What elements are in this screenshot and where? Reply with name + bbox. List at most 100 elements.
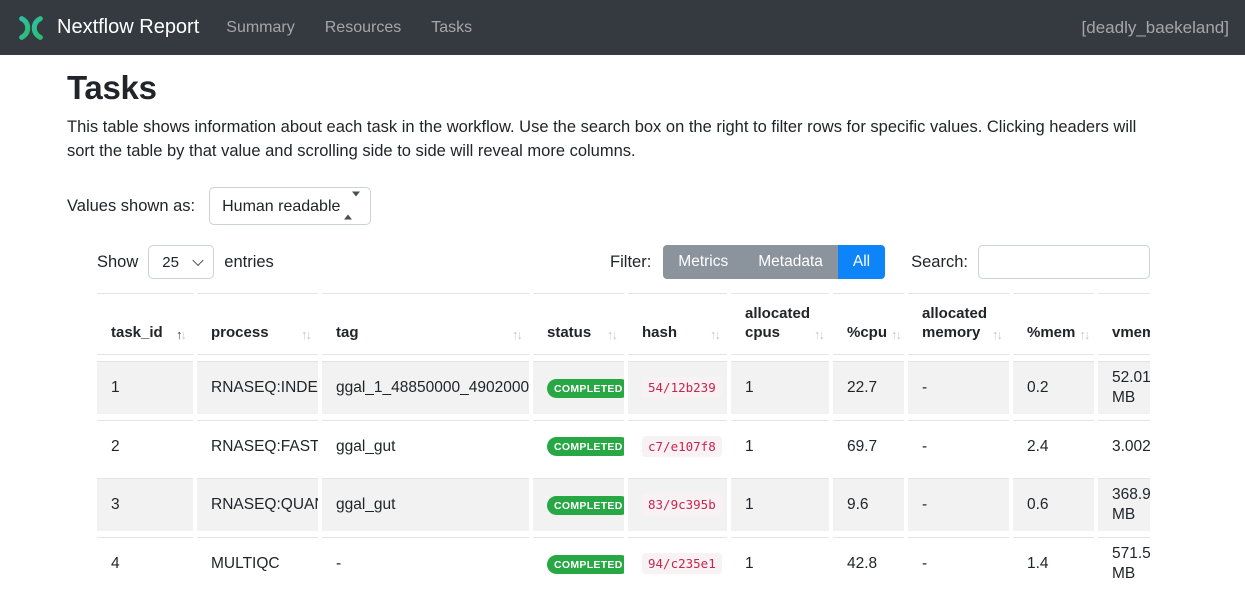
cell-tag: -	[322, 537, 529, 590]
sort-icon: ↑↓	[607, 327, 616, 342]
cell-process: RNASEQ:INDEX	[197, 361, 318, 414]
column-label: allocated memory	[922, 304, 988, 342]
cell-process: MULTIQC	[197, 537, 318, 590]
table-row: 3RNASEQ:QUANTggal_gutCOMPLETED83/9c395b1…	[97, 478, 1150, 531]
cell-vmem: 52.016 MB	[1098, 361, 1150, 414]
hash-code: c7/e107f8	[642, 436, 722, 457]
column-header-task_id[interactable]: task_id ↑↓	[97, 293, 193, 355]
cell-vmem: 571.58 MB	[1098, 537, 1150, 590]
column-header-pct_mem[interactable]: %mem ↑↓	[1013, 293, 1094, 355]
hash-code: 54/12b239	[642, 377, 722, 398]
table-row: 4MULTIQC-COMPLETED94/c235e1142.8-1.4571.…	[97, 537, 1150, 590]
table-scroll-body[interactable]: task_id↑↓process↑↓tag↑↓status↑↓hash↑↓all…	[97, 289, 1150, 596]
main-content: Tasks This table shows information about…	[0, 69, 1245, 596]
cell-pct_mem: 2.4	[1013, 420, 1094, 472]
cell-pct_cpu: 42.8	[833, 537, 904, 590]
cell-process: RNASEQ:FASTQC	[197, 420, 318, 472]
column-header-process[interactable]: process ↑↓	[197, 293, 318, 355]
column-header-vmem[interactable]: vmem↑↓	[1098, 293, 1150, 355]
page-title: Tasks	[67, 69, 1178, 107]
cell-vmem: 3.002	[1098, 420, 1150, 472]
cell-task_id: 4	[97, 537, 193, 590]
cell-allocated_memory: -	[908, 478, 1009, 531]
hash-code: 94/c235e1	[642, 553, 722, 574]
column-label: allocated cpus	[745, 304, 810, 342]
sort-icon: ↑↓	[512, 327, 521, 342]
navbar: Nextflow Report Summary Resources Tasks [d…	[0, 0, 1245, 55]
column-header-allocated_memory[interactable]: allocated memory ↑↓	[908, 293, 1009, 355]
column-header-allocated_cpus[interactable]: allocated cpus ↑↓	[731, 293, 829, 355]
cell-hash: 54/12b239	[628, 361, 727, 414]
sort-icon: ↑↓	[710, 327, 719, 342]
cell-allocated_memory: -	[908, 420, 1009, 472]
cell-task_id: 1	[97, 361, 193, 414]
filter-label: Filter:	[610, 253, 651, 272]
filter-button-group: MetricsMetadataAll	[663, 245, 885, 279]
column-label: hash	[642, 323, 677, 342]
column-label: %mem	[1027, 323, 1075, 342]
column-header-pct_cpu[interactable]: %cpu↑↓	[833, 293, 904, 355]
status-badge: COMPLETED	[547, 555, 624, 574]
run-name: [deadly_baekeland]	[1082, 18, 1229, 38]
status-badge: COMPLETED	[547, 496, 624, 515]
search-input[interactable]	[978, 245, 1150, 279]
cell-allocated_cpus: 1	[731, 478, 829, 531]
cell-status: COMPLETED	[533, 478, 624, 531]
cell-hash: c7/e107f8	[628, 420, 727, 472]
sort-icon: ↑↓	[176, 327, 185, 342]
nextflow-logo-icon	[16, 13, 46, 43]
navbar-brand[interactable]: Nextflow Report	[57, 16, 199, 39]
show-label: Show	[97, 253, 138, 272]
sort-icon: ↑↓	[891, 327, 900, 342]
cell-allocated_cpus: 1	[731, 537, 829, 590]
hash-code: 83/9c395b	[642, 494, 722, 515]
table-row: 2RNASEQ:FASTQCggal_gut COMPLETED c7/e107f8…	[97, 420, 1150, 472]
cell-hash: 94/c235e1	[628, 537, 727, 590]
column-label: process	[211, 323, 269, 342]
column-label: status	[547, 323, 591, 342]
cell-process: RNASEQ:QUANT	[197, 478, 318, 531]
filter-metadata-button[interactable]: Metadata	[743, 245, 838, 279]
cell-pct_cpu: 69.7	[833, 420, 904, 472]
column-label: task_id	[111, 323, 163, 342]
nav-link-summary[interactable]: Summary	[226, 19, 294, 37]
filter-all-button[interactable]: All	[838, 245, 885, 279]
cell-allocated_memory: -	[908, 537, 1009, 590]
cell-pct_mem: 0.2	[1013, 361, 1094, 414]
navbar-links: Summary Resources Tasks	[226, 19, 472, 37]
status-badge: COMPLETED	[547, 437, 624, 456]
sort-icon: ↑↓	[301, 327, 310, 342]
nav-link-resources[interactable]: Resources	[325, 19, 401, 37]
values-shown-select[interactable]: Human readable	[210, 188, 370, 224]
cell-tag: ggal_1_48850000_49020000	[322, 361, 529, 414]
nav-link-tasks[interactable]: Tasks	[431, 19, 472, 37]
sort-icon: ↑↓	[814, 327, 823, 342]
table-toolbar: Show 25 entries Filter: MetricsMetadataA…	[97, 245, 1150, 279]
values-shown-label: Values shown as:	[67, 197, 195, 216]
entries-label: entries	[224, 253, 274, 272]
show-entries-select[interactable]: 25	[149, 246, 213, 278]
cell-pct_mem: 0.6	[1013, 478, 1094, 531]
cell-status: COMPLETED	[533, 420, 624, 472]
cell-tag: ggal_gut	[322, 420, 529, 472]
filter-metrics-button[interactable]: Metrics	[663, 245, 743, 279]
column-header-tag[interactable]: tag ↑↓	[322, 293, 529, 355]
cell-task_id: 2	[97, 420, 193, 472]
column-label: vmem	[1112, 323, 1150, 342]
table-row: 1RNASEQ:INDEXggal_1_48850000_49020000COM…	[97, 361, 1150, 414]
sort-icon: ↑↓	[992, 327, 1001, 342]
column-label: tag	[336, 323, 359, 342]
cell-allocated_memory: -	[908, 361, 1009, 414]
tasks-table: task_id↑↓process↑↓tag↑↓status↑↓hash↑↓all…	[97, 289, 1150, 596]
cell-allocated_cpus: 1	[731, 420, 829, 472]
cell-allocated_cpus: 1	[731, 361, 829, 414]
cell-pct_cpu: 9.6	[833, 478, 904, 531]
sort-icon: ↑↓	[1079, 327, 1088, 342]
column-header-status[interactable]: status ↑↓	[533, 293, 624, 355]
cell-vmem: 368.95 MB	[1098, 478, 1150, 531]
cell-pct_mem: 1.4	[1013, 537, 1094, 590]
column-header-hash[interactable]: hash ↑↓	[628, 293, 727, 355]
status-badge: COMPLETED	[547, 379, 624, 398]
cell-status: COMPLETED	[533, 537, 624, 590]
page-description: This table shows information about each …	[67, 115, 1167, 163]
